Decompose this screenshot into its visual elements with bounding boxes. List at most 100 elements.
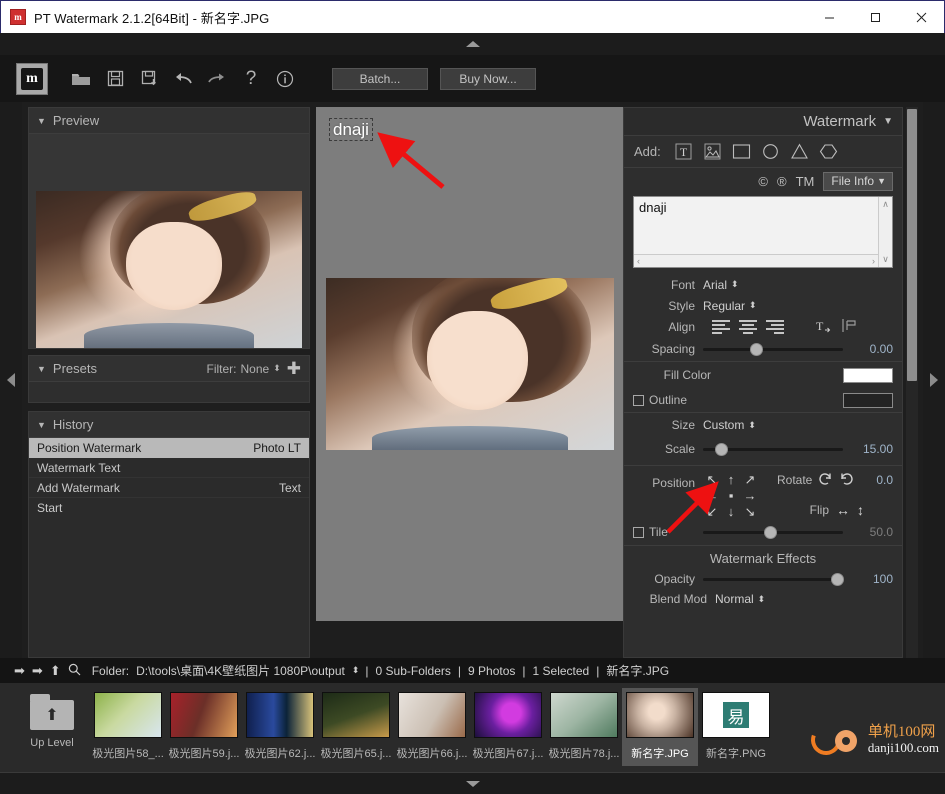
scroll-up-icon[interactable]: ∧ [882,199,889,210]
filmstrip-item[interactable]: 极光图片78.j... [546,688,622,766]
position-bottom-center-arrow[interactable]: ↓ [722,504,740,519]
watermark-panel-header[interactable]: Watermark ▼ [624,108,902,136]
collapse-down-icon[interactable] [465,780,480,787]
position-middle-right-arrow[interactable]: → [741,488,759,503]
filmstrip-item[interactable]: 极光图片66.j... [394,688,470,766]
image-icon[interactable] [702,141,723,162]
chevron-left-icon[interactable] [7,373,15,387]
left-panel-collapse-handle[interactable] [0,102,22,658]
maximize-button[interactable] [852,1,898,33]
history-item[interactable]: Add Watermark Text [29,478,309,498]
chevron-down-icon[interactable]: ▼ [37,364,46,374]
arrow-left-icon[interactable]: ➡ [14,663,25,679]
top-collapse-strip[interactable] [0,33,945,55]
rotate-cw-icon[interactable] [839,471,854,489]
position-top-left-arrow[interactable]: ↖ [703,472,721,487]
spinner-icon[interactable]: ⬍ [758,594,765,604]
right-panel-collapse-handle[interactable] [923,102,945,658]
text-editor-vscrollbar[interactable]: ∧ ∨ [878,197,892,267]
filmstrip-item[interactable]: 极光图片67.j... [470,688,546,766]
align-center-icon[interactable] [739,319,757,334]
chevron-down-icon[interactable]: ▼ [883,116,893,127]
right-panel-scrollbar[interactable] [906,107,918,658]
scroll-right-icon[interactable]: › [872,256,875,266]
minimize-button[interactable] [806,1,852,33]
blend-mode-dropdown[interactable]: Normal ⬍ [715,592,765,606]
filmstrip-item[interactable]: 极光图片65.j... [318,688,394,766]
copyright-icon[interactable]: © [758,174,768,189]
chevron-down-icon[interactable]: ▼ [37,420,46,430]
batch-button[interactable]: Batch... [332,67,428,90]
position-arrow-grid[interactable]: ↖ ↑ ↗ ← ▪ → ↙ ↓ ↘ [703,472,759,519]
presets-list[interactable] [29,382,309,402]
watermark-text-input[interactable]: dnaji [634,197,878,254]
trademark-icon[interactable]: TM [796,174,815,189]
filmstrip-item-selected[interactable]: 新名字.JPG [622,688,698,766]
redo-icon[interactable] [200,62,234,96]
position-top-right-arrow[interactable]: ↗ [741,472,759,487]
align-left-icon[interactable] [712,319,730,334]
spacing-slider-knob[interactable] [750,342,764,356]
position-bottom-left-arrow[interactable]: ↙ [703,504,721,519]
image-canvas[interactable]: dnaji [316,107,623,621]
position-bottom-right-arrow[interactable]: ↘ [741,504,759,519]
filmstrip-item[interactable]: 易 新名字.PNG [698,688,774,766]
scroll-left-icon[interactable]: ‹ [637,256,640,266]
right-panel-scroll-thumb[interactable] [907,109,917,381]
close-button[interactable] [898,1,944,33]
font-dropdown[interactable]: Arial ⬍ [703,278,738,292]
presets-filter-value[interactable]: None [241,362,270,376]
style-dropdown[interactable]: Regular ⬍ [703,299,757,313]
tile-slider[interactable] [703,525,843,539]
rectangle-icon[interactable] [731,141,752,162]
save-as-icon[interactable] [132,62,166,96]
preview-panel-header[interactable]: ▼ Preview [29,108,309,134]
outline-checkbox[interactable] [633,394,644,406]
history-item[interactable]: Start [29,498,309,518]
search-icon[interactable] [68,663,81,679]
chevron-down-icon[interactable]: ▼ [37,116,46,126]
undo-icon[interactable] [166,62,200,96]
save-icon[interactable] [98,62,132,96]
text-editor-hscrollbar[interactable]: ‹ › [634,254,878,267]
fill-color-swatch[interactable] [843,367,893,383]
tile-checkbox[interactable] [633,526,644,538]
scroll-down-icon[interactable]: ∨ [882,254,889,265]
scale-slider[interactable] [703,442,843,456]
hexagon-icon[interactable] [818,141,839,162]
tile-slider-knob[interactable] [764,525,778,539]
opacity-slider-knob[interactable] [831,572,845,586]
file-info-button[interactable]: File Info ▼ [823,171,893,191]
watermark-text-object[interactable]: dnaji [329,118,373,141]
triangle-icon[interactable] [789,141,810,162]
arrow-right-icon[interactable]: ➡ [32,663,43,679]
canvas-photo[interactable] [326,278,614,450]
spinner-icon[interactable]: ⬍ [352,666,359,675]
text-icon[interactable]: T [673,141,694,162]
chevron-right-icon[interactable] [930,373,938,387]
text-direction-icon[interactable]: T [814,318,832,336]
history-panel-header[interactable]: ▼ History [29,412,309,438]
arrow-up-icon[interactable]: ⬆ [50,663,61,679]
position-top-center-arrow[interactable]: ↑ [722,472,740,487]
info-icon[interactable] [268,62,302,96]
position-center-button[interactable]: ▪ [722,488,740,503]
spinner-icon[interactable]: ⬍ [748,420,755,430]
opacity-slider[interactable] [703,572,845,586]
buy-now-button[interactable]: Buy Now... [440,67,536,90]
history-item[interactable]: Position Watermark Photo LT [29,438,309,458]
outline-color-swatch[interactable] [843,392,893,408]
align-right-icon[interactable] [766,319,784,334]
filmstrip-item[interactable]: 极光图片59.j... [166,688,242,766]
flip-horizontal-icon[interactable]: ↔ [836,502,850,518]
collapse-up-icon[interactable] [465,41,480,47]
presets-panel-header[interactable]: ▼ Presets Filter: None ⬍ ✚ [29,356,309,382]
size-dropdown[interactable]: Custom ⬍ [703,418,756,432]
spinner-icon[interactable]: ⬍ [749,301,756,310]
up-level-button[interactable]: ⬆ Up Level [14,688,90,749]
scale-slider-knob[interactable] [715,442,729,456]
circle-icon[interactable] [760,141,781,162]
history-item[interactable]: Watermark Text [29,458,309,478]
spacing-slider[interactable] [703,342,843,356]
text-baseline-icon[interactable] [841,318,857,336]
